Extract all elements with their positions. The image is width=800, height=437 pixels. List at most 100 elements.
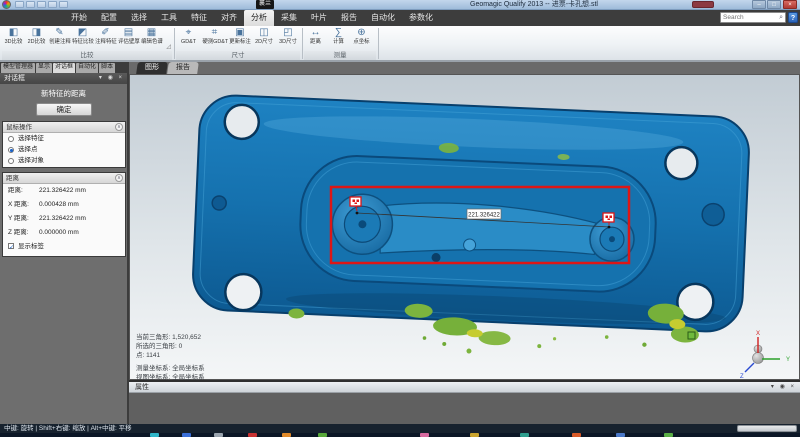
panel-close-icon[interactable]: × bbox=[118, 75, 124, 81]
quick-access-button[interactable] bbox=[37, 1, 46, 8]
taskbar-icon[interactable] bbox=[282, 433, 291, 437]
dimension-label[interactable]: 221.326422 bbox=[467, 209, 501, 219]
taskbar-icon[interactable] bbox=[248, 433, 257, 437]
dim2d-icon: ◫ bbox=[252, 27, 276, 39]
ribbon-tab-select[interactable]: 选择 bbox=[124, 10, 154, 26]
search-box[interactable]: ⌕ bbox=[720, 12, 786, 23]
ribbon-tab-report[interactable]: 报告 bbox=[334, 10, 364, 26]
quick-access-dropdown[interactable] bbox=[59, 1, 68, 8]
search-icon[interactable]: ⌕ bbox=[779, 14, 785, 22]
taskbar-icon[interactable] bbox=[150, 433, 159, 437]
floating-badge: 襄兰 bbox=[256, 0, 274, 9]
group-launcher-icon[interactable]: ◿ bbox=[166, 43, 171, 50]
coordinate-triad: X Y Z bbox=[740, 331, 790, 380]
taskbar-icon[interactable] bbox=[420, 433, 429, 437]
distance-header[interactable]: 距离 ∧ bbox=[3, 173, 125, 184]
help-button[interactable]: ? bbox=[788, 12, 798, 23]
group-divider bbox=[174, 28, 175, 59]
option-select-point[interactable]: 选择点 bbox=[3, 144, 125, 155]
button-3d-compare[interactable]: ◧3D比较 bbox=[2, 27, 25, 51]
annotation-icon: ✎ bbox=[48, 27, 71, 39]
button-feature-compare[interactable]: ◩特征比较 bbox=[71, 27, 94, 51]
thickness-icon: ▤ bbox=[117, 27, 140, 39]
selected-point-marker[interactable] bbox=[688, 332, 695, 339]
tab-script[interactable]: 脚本 bbox=[99, 63, 115, 73]
button-point-coordinate[interactable]: ⊕点坐标 bbox=[350, 27, 373, 51]
ribbon-tab-config[interactable]: 配置 bbox=[94, 10, 124, 26]
panel-dropdown-icon[interactable]: ▾ bbox=[99, 75, 104, 81]
show-label-option[interactable]: 显示标签 bbox=[3, 240, 125, 253]
taskbar-icon[interactable] bbox=[214, 433, 223, 437]
radio-icon[interactable] bbox=[8, 136, 14, 142]
tab-dialog[interactable]: 对话框 bbox=[53, 63, 75, 73]
button-2d-compare[interactable]: ◨2D比较 bbox=[25, 27, 48, 51]
app-logo-icon[interactable] bbox=[2, 0, 11, 9]
ribbon-tab-start[interactable]: 开始 bbox=[64, 10, 94, 26]
tab-report-view[interactable]: 报告 bbox=[167, 62, 199, 74]
option-select-object[interactable]: 选择对象 bbox=[3, 155, 125, 166]
taskbar-icon[interactable] bbox=[664, 433, 673, 437]
quick-access-button[interactable] bbox=[26, 1, 35, 8]
tab-display[interactable]: 显示 bbox=[36, 63, 52, 73]
radio-selected-icon[interactable] bbox=[8, 147, 14, 153]
panel-dropdown-icon[interactable]: ▾ bbox=[771, 384, 776, 390]
pin-icon[interactable]: ◉ bbox=[780, 384, 787, 390]
compute-icon: ∑ bbox=[327, 27, 350, 39]
corner-hole bbox=[225, 273, 263, 311]
search-input[interactable] bbox=[721, 14, 779, 21]
tab-model-manager[interactable]: 模型管理器 bbox=[1, 63, 35, 73]
3d-canvas[interactable]: 221.326422 X Y Z bbox=[129, 74, 800, 380]
ribbon-tab-tools[interactable]: 工具 bbox=[154, 10, 184, 26]
ribbon-group-measure: ↔距离 ∑计算 ⊕点坐标 测量 bbox=[304, 26, 376, 60]
tab-automation[interactable]: 自动化 bbox=[76, 63, 98, 73]
checkbox-checked-icon[interactable] bbox=[8, 243, 14, 249]
tab-graphics[interactable]: 图形 bbox=[136, 62, 168, 74]
taskbar-icon[interactable] bbox=[616, 433, 625, 437]
ribbon-tab-blade[interactable]: 叶片 bbox=[304, 10, 334, 26]
ribbon-tab-analysis[interactable]: 分析 bbox=[244, 10, 274, 26]
stat-line: 所选的三角形: 0 bbox=[136, 342, 201, 351]
button-2d-dimension[interactable]: ◫2D尺寸 bbox=[252, 27, 276, 51]
bottom-panel: 属性 ▾ ◉ × bbox=[129, 380, 800, 424]
button-hard-probe-gdt[interactable]: ⌗硬测GD&T bbox=[201, 27, 228, 51]
group-label-compare: 比较 bbox=[2, 51, 172, 60]
button-update-callouts[interactable]: ▣更新标注 bbox=[228, 27, 252, 51]
bottom-panel-header[interactable]: 属性 ▾ ◉ × bbox=[129, 382, 800, 393]
quick-access-button[interactable] bbox=[48, 1, 57, 8]
button-gdt[interactable]: ⌖GD&T bbox=[176, 27, 201, 51]
dialog-heading: 新特征的距离 bbox=[0, 88, 127, 99]
button-evaluate-thickness[interactable]: ▤评估壁厚 bbox=[117, 27, 140, 51]
panel-close-icon[interactable]: × bbox=[790, 384, 796, 390]
taskbar-icon[interactable] bbox=[520, 433, 529, 437]
collapse-icon[interactable]: ∧ bbox=[115, 174, 123, 182]
option-select-feature[interactable]: 选择特征 bbox=[3, 133, 125, 144]
3d-scene: 221.326422 X Y Z bbox=[130, 75, 800, 381]
taskbar-icon[interactable] bbox=[572, 433, 581, 437]
quick-access-button[interactable] bbox=[15, 1, 24, 8]
ribbon-tab-features[interactable]: 特征 bbox=[184, 10, 214, 26]
minimize-button[interactable]: – bbox=[752, 0, 766, 9]
ribbon-tab-align[interactable]: 对齐 bbox=[214, 10, 244, 26]
ribbon-tab-automation[interactable]: 自动化 bbox=[364, 10, 402, 26]
ribbon-tab-parametric[interactable]: 参数化 bbox=[402, 10, 440, 26]
taskbar-icon[interactable] bbox=[318, 433, 327, 437]
radio-icon[interactable] bbox=[8, 158, 14, 164]
taskbar-icon[interactable] bbox=[470, 433, 479, 437]
button-annotate-feature[interactable]: ✐注释特征 bbox=[94, 27, 117, 51]
button-3d-dimension[interactable]: ◰3D尺寸 bbox=[276, 27, 300, 51]
compare3d-icon: ◧ bbox=[2, 27, 25, 39]
collapse-icon[interactable]: ∧ bbox=[115, 123, 123, 131]
mouse-operation-header[interactable]: 鼠标操作 ∧ bbox=[3, 122, 125, 133]
probe-gdt-icon: ⌗ bbox=[201, 27, 228, 39]
button-edit-spectrum[interactable]: ▦编辑色谱 bbox=[140, 27, 163, 51]
pin-icon[interactable]: ◉ bbox=[108, 75, 115, 81]
maximize-button[interactable]: □ bbox=[767, 0, 781, 9]
close-button[interactable]: × bbox=[783, 0, 797, 9]
ribbon-tab-capture[interactable]: 采集 bbox=[274, 10, 304, 26]
button-compute[interactable]: ∑计算 bbox=[327, 27, 350, 51]
button-create-annotation[interactable]: ✎创建注释 bbox=[48, 27, 71, 51]
statusbar-grip[interactable] bbox=[737, 425, 797, 432]
taskbar-icon[interactable] bbox=[182, 433, 191, 437]
ok-button[interactable]: 确定 bbox=[36, 103, 92, 116]
button-distance[interactable]: ↔距离 bbox=[304, 27, 327, 51]
